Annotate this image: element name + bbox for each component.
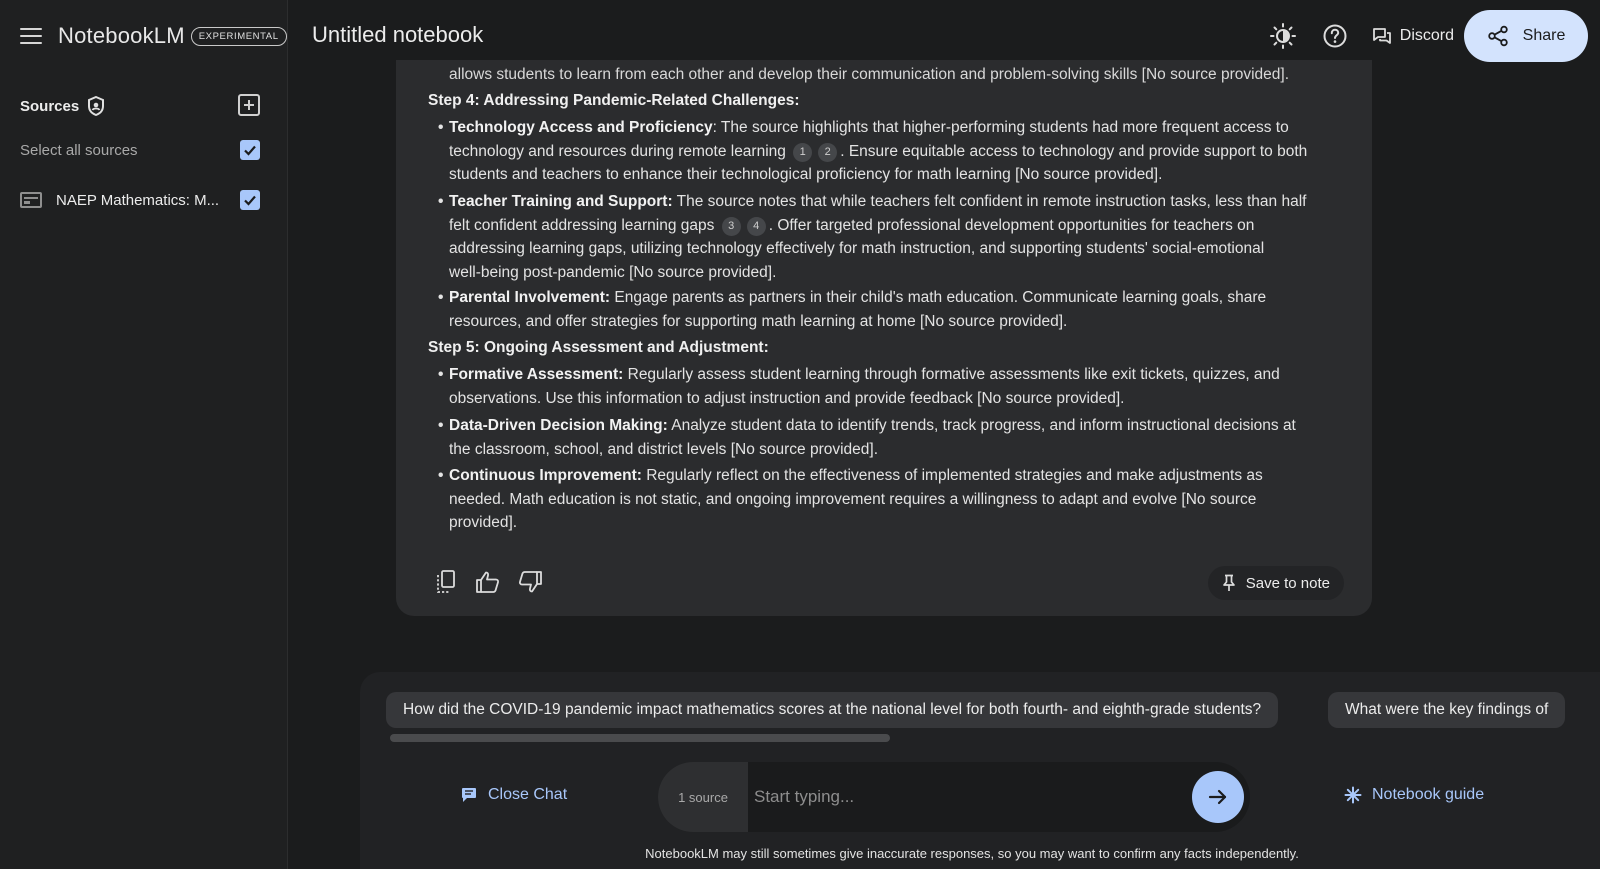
sparkle-icon	[1344, 786, 1362, 804]
chips-scrollbar[interactable]	[390, 734, 890, 742]
experimental-badge: EXPERIMENTAL	[190, 26, 287, 46]
bullet-text: the classroom, school, and district leve…	[449, 440, 879, 458]
list-item: • Formative Assessment: Regularly assess …	[438, 366, 1280, 407]
header-actions: Discord Share	[1246, 10, 1588, 62]
select-all-sources[interactable]: Select all sources	[20, 138, 260, 162]
discord-button[interactable]: Discord	[1372, 26, 1454, 46]
suggestion-chips: How did the COVID-19 pandemic impact mat…	[386, 692, 1590, 730]
chat-bubble-icon	[1372, 28, 1391, 44]
citation-badge[interactable]: 3	[721, 216, 741, 236]
arrow-right-icon	[1208, 789, 1227, 805]
bullet-text: . Offer targeted professional developmen…	[768, 216, 1255, 234]
thumbs-down-icon[interactable]	[516, 568, 544, 596]
bullet-title: Formative Assessment:	[449, 366, 624, 383]
theme-toggle-icon[interactable]	[1268, 21, 1298, 51]
bullet-title: Teacher Training and Support:	[449, 193, 673, 210]
bullet-title: Parental Involvement:	[449, 289, 611, 306]
share-button[interactable]: Share	[1464, 10, 1588, 62]
bullet-text: well-being post-pandemic [No source prov…	[449, 263, 777, 281]
response-card: allows students to learn from each other…	[396, 60, 1372, 616]
share-icon	[1487, 25, 1508, 47]
chat-panel: How did the COVID-19 pandemic impact mat…	[360, 672, 1600, 869]
citation-badge[interactable]: 1	[793, 142, 813, 162]
bullet-text: Analyze student data to identify trends,…	[667, 417, 1296, 434]
sources-label: Sources	[20, 97, 80, 115]
chat-input[interactable]	[754, 780, 1174, 814]
bullet-text: felt confident addressing learning gaps	[449, 216, 715, 234]
send-button[interactable]	[1192, 771, 1244, 823]
menu-icon[interactable]	[20, 28, 42, 44]
save-to-note-label: Save to note	[1245, 574, 1330, 592]
bullet-text: observations. Use this information to ad…	[449, 389, 1125, 407]
app-brand: NotebookLM EXPERIMENTAL	[20, 22, 287, 50]
bullet-text: : The source highlights that higher-perf…	[712, 119, 1289, 136]
step-5-heading: Step 5: Ongoing Assessment and Adjustmen…	[428, 339, 769, 356]
bullet-title: Technology Access and Proficiency	[449, 119, 713, 136]
sources-header: Sources	[20, 94, 260, 118]
chat-icon	[462, 788, 476, 802]
close-chat-label: Close Chat	[488, 786, 568, 803]
notebook-guide-label: Notebook guide	[1372, 786, 1485, 803]
bullet-text: The source notes that while teachers fel…	[672, 193, 1307, 210]
shield-icon[interactable]	[87, 95, 105, 117]
step-4-heading: Step 4: Addressing Pandemic-Related Chal…	[428, 92, 800, 109]
app-name: NotebookLM	[58, 23, 185, 48]
notebook-guide-button[interactable]: Notebook guide	[1344, 786, 1484, 804]
sidebar: NotebookLM EXPERIMENTAL Sources Select a…	[0, 0, 288, 869]
bullet-text: resources, and offer strategies for supp…	[449, 312, 1068, 330]
bullet-text: provided].	[449, 514, 518, 531]
bullet-title: Continuous Improvement:	[449, 467, 642, 484]
bullet-text: Regularly reflect on the effectiveness o…	[641, 467, 1263, 484]
list-item: • Technology Access and Proficiency: The …	[438, 119, 1308, 183]
suggestion-chip[interactable]: What were the key findings of	[1328, 692, 1566, 728]
bullet-text: students and teachers to enhance their t…	[449, 166, 1163, 183]
bullet-text: technology and resources during remote l…	[449, 142, 786, 160]
disclaimer-text: NotebookLM may still sometimes give inac…	[645, 846, 1299, 861]
list-item: • Teacher Training and Support: The sourc…	[438, 193, 1307, 281]
bullet-title: Data-Driven Decision Making:	[449, 417, 668, 434]
close-chat-button[interactable]: Close Chat	[460, 786, 567, 804]
source-count-badge: 1 source	[658, 762, 748, 832]
bullet-text: Engage parents as partners in their chil…	[610, 289, 1267, 306]
pin-icon	[1222, 574, 1235, 591]
save-to-note-button[interactable]: Save to note	[1207, 566, 1344, 600]
bullet-text: . Ensure equitable access to technology …	[840, 142, 1308, 160]
document-icon	[20, 192, 42, 208]
select-all-label: Select all sources	[20, 141, 138, 159]
suggestion-chip[interactable]: How did the COVID-19 pandemic impact mat…	[386, 692, 1279, 728]
response-actions	[432, 568, 558, 596]
discord-label: Discord	[1399, 27, 1454, 44]
copy-icon[interactable]	[432, 568, 460, 596]
source-item[interactable]: NAEP Mathematics: M...	[20, 188, 260, 212]
chat-input-container: 1 source	[658, 762, 1250, 832]
share-label: Share	[1522, 27, 1566, 44]
clipped-response-line: allows students to learn from each other…	[449, 66, 1290, 83]
list-item: • Continuous Improvement: Regularly refle…	[438, 467, 1263, 531]
bullet-text: needed. Math education is not static, an…	[449, 490, 1257, 508]
select-all-checkbox[interactable]	[240, 140, 260, 160]
source-name: NAEP Mathematics: M...	[56, 191, 220, 209]
list-item: • Data-Driven Decision Making: Analyze st…	[438, 417, 1296, 458]
bullet-text: addressing learning gaps, utilizing tech…	[449, 240, 1265, 257]
list-item: • Parental Involvement: Engage parents as…	[438, 289, 1267, 330]
add-source-icon[interactable]	[238, 94, 260, 116]
notebook-title[interactable]: Untitled notebook	[312, 22, 483, 48]
source-checkbox[interactable]	[240, 190, 260, 210]
citation-badge[interactable]: 2	[818, 142, 838, 162]
bullet-text: Regularly assess student learning throug…	[623, 366, 1280, 383]
thumbs-up-icon[interactable]	[474, 568, 502, 596]
citation-badge[interactable]: 4	[746, 216, 766, 236]
help-icon[interactable]	[1320, 21, 1350, 51]
